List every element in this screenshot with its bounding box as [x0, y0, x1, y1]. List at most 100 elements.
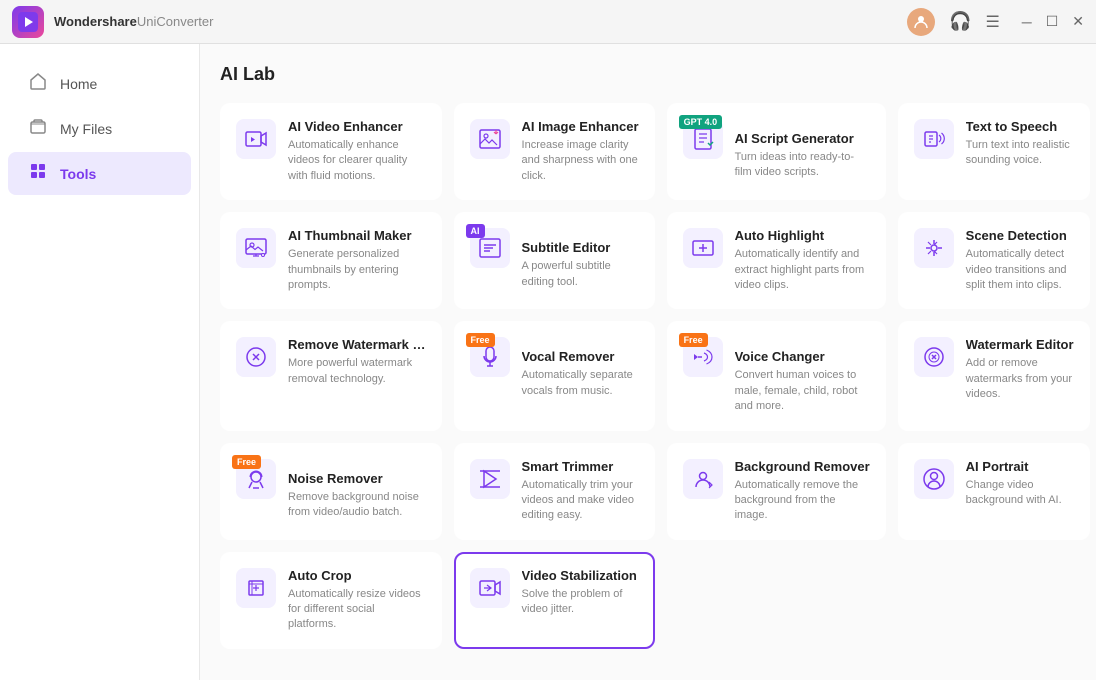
- tool-name-watermark-editor: Watermark Editor: [966, 337, 1074, 352]
- close-button[interactable]: ✕: [1072, 13, 1084, 30]
- badge-noise-remover: Free: [232, 455, 261, 469]
- sidebar-label-home: Home: [60, 76, 97, 92]
- tool-info-auto-highlight: Auto Highlight Automatically identify and…: [735, 228, 870, 293]
- tool-info-ai-thumbnail-maker: AI Thumbnail Maker Generate personalized …: [288, 228, 426, 293]
- tool-desc-smart-trimmer: Automatically trim your videos and make …: [522, 478, 639, 524]
- tool-card-background-remover[interactable]: Background Remover Automatically remove t…: [667, 443, 886, 540]
- tool-card-ai-thumbnail-maker[interactable]: AI Thumbnail Maker Generate personalized …: [220, 212, 442, 309]
- tool-name-background-remover: Background Remover: [735, 459, 870, 474]
- tool-desc-remove-watermark: More powerful watermark removal technolo…: [288, 356, 426, 387]
- tool-desc-ai-image-enhancer: Increase image clarity and sharpness wit…: [522, 138, 639, 184]
- tool-card-ai-image-enhancer[interactable]: AI Image Enhancer Increase image clarity …: [454, 103, 655, 200]
- tool-info-ai-image-enhancer: AI Image Enhancer Increase image clarity …: [522, 119, 639, 184]
- titlebar-left: WondershareUniConverter: [12, 6, 213, 38]
- badge-ai-script-generator: GPT 4.0: [679, 115, 723, 129]
- tool-icon-ai-image-enhancer: [470, 119, 510, 159]
- tool-desc-watermark-editor: Add or remove watermarks from your video…: [966, 356, 1074, 402]
- tool-name-ai-thumbnail-maker: AI Thumbnail Maker: [288, 228, 426, 243]
- tool-name-voice-changer: Voice Changer: [735, 349, 870, 364]
- tool-desc-subtitle-editor: A powerful subtitle editing tool.: [522, 259, 639, 290]
- tool-card-noise-remover[interactable]: Free Noise Remover Remove background noise…: [220, 443, 442, 540]
- app-name: WondershareUniConverter: [54, 14, 213, 29]
- sidebar-icon-home: [28, 72, 48, 95]
- headset-icon[interactable]: 🎧: [949, 11, 971, 32]
- tool-icon-text-to-speech: [914, 119, 954, 159]
- tool-desc-auto-crop: Automatically resize videos for differen…: [288, 587, 426, 633]
- tool-card-subtitle-editor[interactable]: AI Subtitle Editor A powerful subtitle edi…: [454, 212, 655, 309]
- titlebar-controls: 🎧 ☰ ─ ☐ ✕: [907, 8, 1084, 36]
- tool-name-noise-remover: Noise Remover: [288, 471, 426, 486]
- titlebar: WondershareUniConverter 🎧 ☰ ─ ☐ ✕: [0, 0, 1096, 44]
- tool-card-scene-detection[interactable]: Scene Detection Automatically detect vide…: [898, 212, 1090, 309]
- tool-info-ai-script-generator: AI Script GeneratorTurn ideas into ready…: [735, 131, 870, 181]
- sidebar: Home My Files Tools: [0, 44, 200, 680]
- tool-name-auto-highlight: Auto Highlight: [735, 228, 870, 243]
- tool-info-smart-trimmer: Smart Trimmer Automatically trim your vid…: [522, 459, 639, 524]
- tool-icon-smart-trimmer: [470, 459, 510, 499]
- sidebar-icon-tools: [28, 162, 48, 185]
- maximize-button[interactable]: ☐: [1046, 13, 1059, 30]
- sidebar-item-home[interactable]: Home: [8, 62, 191, 105]
- sidebar-item-my-files[interactable]: My Files: [8, 107, 191, 150]
- sidebar-label-tools: Tools: [60, 166, 96, 182]
- tool-desc-noise-remover: Remove background noise from video/audio…: [288, 490, 426, 521]
- tool-card-auto-highlight[interactable]: Auto Highlight Automatically identify and…: [667, 212, 886, 309]
- tool-info-ai-video-enhancer: AI Video Enhancer Automatically enhance v…: [288, 119, 426, 184]
- tool-info-scene-detection: Scene Detection Automatically detect vide…: [966, 228, 1074, 293]
- tool-icon-ai-video-enhancer: [236, 119, 276, 159]
- badge-subtitle-editor: AI: [466, 224, 485, 238]
- tool-desc-text-to-speech: Turn text into realistic sounding voice.: [966, 138, 1074, 169]
- badge-vocal-remover: Free: [466, 333, 495, 347]
- tool-icon-remove-watermark: [236, 337, 276, 377]
- tool-name-scene-detection: Scene Detection: [966, 228, 1074, 243]
- tool-card-video-stabilization[interactable]: Video StabilizationSolve the problem of …: [454, 552, 655, 649]
- tool-desc-ai-script-generator: Turn ideas into ready-to-film video scri…: [735, 150, 870, 181]
- tool-info-background-remover: Background Remover Automatically remove t…: [735, 459, 870, 524]
- tool-card-ai-portrait[interactable]: AI PortraitChange video background with …: [898, 443, 1090, 540]
- tool-name-ai-video-enhancer: AI Video Enhancer: [288, 119, 426, 134]
- tool-name-smart-trimmer: Smart Trimmer: [522, 459, 639, 474]
- sidebar-icon-my-files: [28, 117, 48, 140]
- tool-name-ai-image-enhancer: AI Image Enhancer: [522, 119, 639, 134]
- tool-card-auto-crop[interactable]: Auto Crop Automatically resize videos for…: [220, 552, 442, 649]
- sidebar-item-tools[interactable]: Tools: [8, 152, 191, 195]
- tool-icon-auto-highlight: [683, 228, 723, 268]
- minimize-button[interactable]: ─: [1022, 14, 1032, 30]
- tool-icon-scene-detection: [914, 228, 954, 268]
- tool-icon-video-stabilization: [470, 568, 510, 608]
- tool-name-text-to-speech: Text to Speech: [966, 119, 1074, 134]
- account-icon[interactable]: [907, 8, 935, 36]
- tool-card-remove-watermark[interactable]: Remove Watermark …More powerful watermar…: [220, 321, 442, 430]
- tool-name-auto-crop: Auto Crop: [288, 568, 426, 583]
- tool-info-vocal-remover: Vocal Remover Automatically separate voca…: [522, 349, 639, 399]
- badge-voice-changer: Free: [679, 333, 708, 347]
- tool-name-subtitle-editor: Subtitle Editor: [522, 240, 639, 255]
- tool-card-voice-changer[interactable]: Free Voice ChangerConvert human voices to…: [667, 321, 886, 430]
- menu-icon[interactable]: ☰: [985, 12, 999, 32]
- tool-info-subtitle-editor: Subtitle Editor A powerful subtitle editi…: [522, 240, 639, 290]
- tool-info-text-to-speech: Text to Speech Turn text into realistic s…: [966, 119, 1074, 169]
- tool-card-smart-trimmer[interactable]: Smart Trimmer Automatically trim your vid…: [454, 443, 655, 540]
- tool-card-ai-video-enhancer[interactable]: AI Video Enhancer Automatically enhance v…: [220, 103, 442, 200]
- tool-desc-ai-thumbnail-maker: Generate personalized thumbnails by ente…: [288, 247, 426, 293]
- tool-icon-ai-thumbnail-maker: [236, 228, 276, 268]
- tool-desc-ai-video-enhancer: Automatically enhance videos for clearer…: [288, 138, 426, 184]
- tool-desc-background-remover: Automatically remove the background from…: [735, 478, 870, 524]
- tool-card-ai-script-generator[interactable]: GPT 4.0 AI Script GeneratorTurn ideas int…: [667, 103, 886, 200]
- tool-icon-auto-crop: [236, 568, 276, 608]
- tool-desc-vocal-remover: Automatically separate vocals from music…: [522, 368, 639, 399]
- tool-info-watermark-editor: Watermark Editor Add or remove watermarks…: [966, 337, 1074, 402]
- tool-card-watermark-editor[interactable]: Watermark Editor Add or remove watermarks…: [898, 321, 1090, 430]
- sidebar-label-my-files: My Files: [60, 121, 112, 137]
- tool-desc-scene-detection: Automatically detect video transitions a…: [966, 247, 1074, 293]
- tool-info-video-stabilization: Video StabilizationSolve the problem of …: [522, 568, 639, 618]
- tool-name-vocal-remover: Vocal Remover: [522, 349, 639, 364]
- tool-card-text-to-speech[interactable]: Text to Speech Turn text into realistic s…: [898, 103, 1090, 200]
- tool-card-vocal-remover[interactable]: Free Vocal Remover Automatically separate …: [454, 321, 655, 430]
- tool-info-voice-changer: Voice ChangerConvert human voices to mal…: [735, 349, 870, 414]
- tool-icon-watermark-editor: [914, 337, 954, 377]
- tool-info-remove-watermark: Remove Watermark …More powerful watermar…: [288, 337, 426, 387]
- tool-info-ai-portrait: AI PortraitChange video background with …: [966, 459, 1074, 509]
- tools-grid: AI Video Enhancer Automatically enhance v…: [220, 103, 1076, 649]
- tool-desc-auto-highlight: Automatically identify and extract highl…: [735, 247, 870, 293]
